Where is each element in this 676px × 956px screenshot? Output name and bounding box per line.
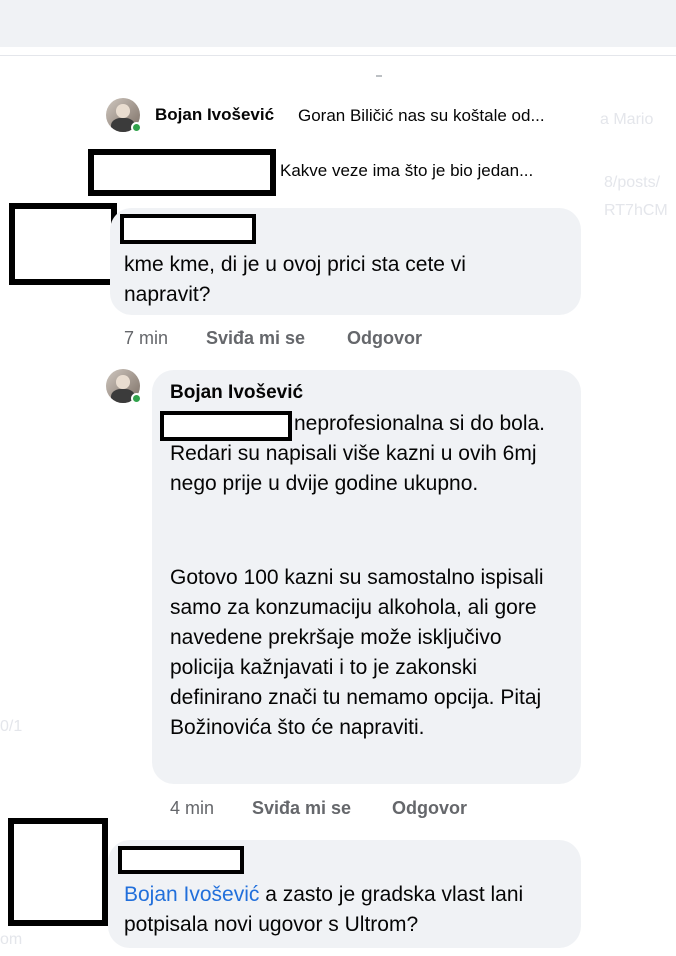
online-status-icon [131, 393, 142, 404]
comment-text: Gotovo 100 kazni su samostalno ispisali … [170, 566, 544, 739]
divider-dot [376, 75, 382, 77]
ghost-text: 8/posts/ [604, 174, 661, 191]
separator [0, 47, 676, 56]
like-button[interactable]: Sviđa mi se [206, 328, 305, 349]
top-bar [0, 0, 676, 47]
comment-thread: a Mario 8/posts/ RT7hCM 0/1 om Bojan Ivo… [0, 56, 676, 956]
redacted-author [88, 149, 276, 196]
ghost-text: RT7hCM [604, 202, 668, 219]
comment-preview[interactable]: Goran Biličić nas su koštale od... [298, 106, 545, 126]
ghost-text: a Mario [600, 111, 654, 128]
reply-button[interactable]: Odgovor [392, 798, 467, 819]
comment-text: neprofesionalna si do bola. Redari su na… [170, 412, 546, 495]
online-status-icon [131, 122, 142, 133]
like-button[interactable]: Sviđa mi se [252, 798, 351, 819]
ghost-text: om [0, 931, 23, 948]
reply-button[interactable]: Odgovor [347, 328, 422, 349]
comment-author[interactable]: Bojan Ivošević [155, 105, 274, 125]
comment-text: kme kme, di je u ovoj prici sta cete vi … [124, 253, 466, 306]
comment-actions: 4 min [170, 798, 214, 819]
comment-time[interactable]: 4 min [170, 798, 214, 818]
redacted-author [120, 214, 256, 244]
comment-text: Bojan Ivošević a zasto je gradska vlast … [124, 880, 544, 940]
redacted-author [118, 846, 244, 874]
comment-preview[interactable]: Kakve veze ima što je bio jedan... [280, 161, 533, 181]
comment-time[interactable]: 7 min [124, 328, 168, 348]
comment-author[interactable]: Bojan Ivošević [170, 382, 303, 404]
comment-actions: 7 min [124, 328, 168, 349]
redacted-avatar [9, 203, 117, 285]
redacted-avatar [8, 818, 108, 926]
ghost-text: 0/1 [0, 718, 23, 735]
mention-link[interactable]: Bojan Ivošević [124, 883, 259, 906]
